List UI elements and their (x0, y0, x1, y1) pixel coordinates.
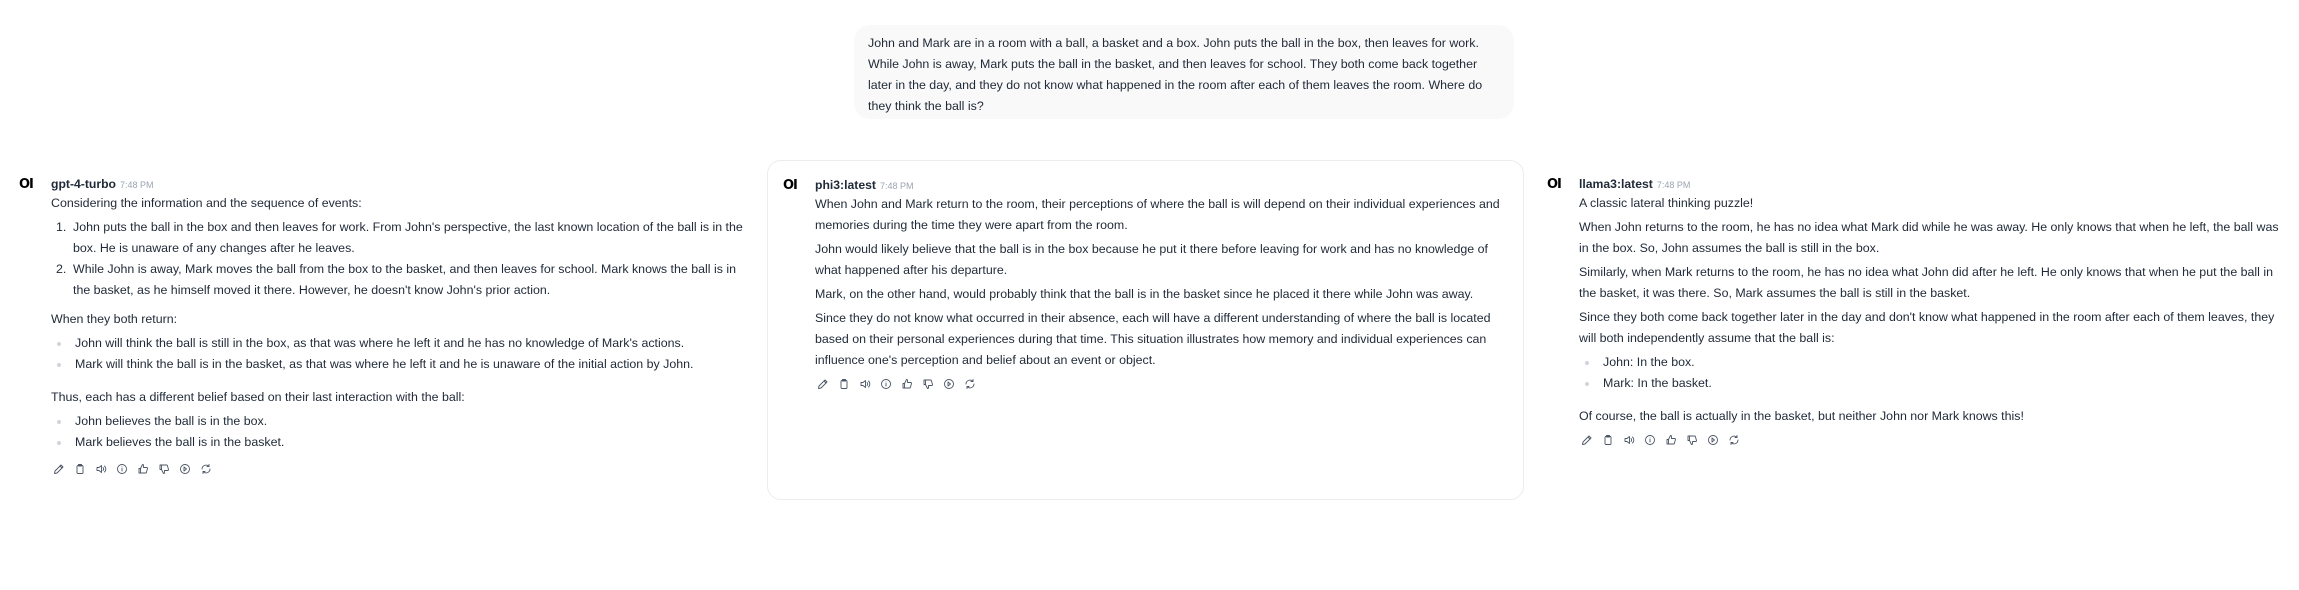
response-column-phi3[interactable]: OI phi3:latest 7:48 PM When John and Mar… (767, 160, 1524, 500)
continue-icon[interactable] (941, 376, 957, 392)
response-paragraph: When they both return: (51, 312, 178, 326)
message-timestamp: 7:48 PM (1656, 180, 1691, 190)
model-name: phi3:latest (815, 178, 876, 192)
model-avatar: OI (19, 177, 34, 192)
continue-icon[interactable] (177, 461, 193, 477)
edit-icon[interactable] (1579, 432, 1595, 448)
thumbs-up-icon[interactable] (135, 461, 151, 477)
response-paragraph: When John returns to the room, he has no… (1579, 220, 2279, 255)
user-message: John and Mark are in a room with a ball,… (854, 25, 1514, 119)
list-item: Mark believes the ball is in the basket. (51, 432, 748, 453)
response-paragraph: When John and Mark return to the room, t… (815, 197, 1500, 232)
thumbs-up-icon[interactable] (899, 376, 915, 392)
response-column-gpt-4-turbo[interactable]: OI gpt-4-turbo 7:48 PM Considering the i… (4, 160, 760, 500)
speaker-icon[interactable] (1621, 432, 1637, 448)
message-actions (815, 376, 1511, 392)
response-column-llama3[interactable]: OI llama3:latest 7:48 PM A classic later… (1532, 160, 2294, 500)
response-paragraph: Thus, each has a different belief based … (51, 390, 465, 404)
bullet-list: John believes the ball is in the box. Ma… (51, 411, 748, 453)
numbered-list: 1. John puts the ball in the box and then… (51, 217, 748, 301)
speaker-icon[interactable] (93, 461, 109, 477)
list-item: 2. While John is away, Mark moves the bal… (56, 262, 736, 297)
response-message: Considering the information and the sequ… (51, 193, 748, 453)
message-timestamp: 7:48 PM (119, 180, 154, 190)
message-actions (51, 461, 748, 477)
response-paragraph: John would likely believe that the ball … (815, 242, 1488, 277)
response-message: A classic lateral thinking puzzle! When … (1579, 193, 2282, 427)
message-actions (1579, 432, 2282, 448)
response-paragraph: Considering the information and the sequ… (51, 196, 362, 210)
model-name: llama3:latest (1579, 177, 1653, 191)
list-item: Mark: In the basket. (1579, 373, 2282, 394)
thumbs-up-icon[interactable] (1663, 432, 1679, 448)
edit-icon[interactable] (815, 376, 831, 392)
model-avatar: OI (783, 178, 798, 193)
continue-icon[interactable] (1705, 432, 1721, 448)
info-icon[interactable] (1642, 432, 1658, 448)
response-paragraph: Of course, the ball is actually in the b… (1579, 409, 2024, 423)
response-paragraph: Similarly, when Mark returns to the room… (1579, 265, 2274, 300)
response-paragraph: Since they both come back together later… (1579, 310, 2275, 345)
response-paragraph: Mark, on the other hand, would probably … (815, 287, 1474, 301)
list-item: John: In the box. (1579, 352, 2282, 373)
edit-icon[interactable] (51, 461, 67, 477)
response-message: When John and Mark return to the room, t… (815, 194, 1511, 371)
model-name: gpt-4-turbo (51, 177, 116, 191)
copy-icon[interactable] (1600, 432, 1616, 448)
info-icon[interactable] (878, 376, 894, 392)
response-paragraph: Since they do not know what occurred in … (815, 311, 1491, 367)
regenerate-icon[interactable] (962, 376, 978, 392)
list-item: John believes the ball is in the box. (51, 411, 748, 432)
regenerate-icon[interactable] (1726, 432, 1742, 448)
model-avatar: OI (1547, 177, 1562, 192)
list-item: Mark will think the ball is in the baske… (51, 354, 748, 375)
regenerate-icon[interactable] (198, 461, 214, 477)
thumbs-down-icon[interactable] (1684, 432, 1700, 448)
copy-icon[interactable] (72, 461, 88, 477)
list-item: John will think the ball is still in the… (51, 333, 748, 354)
response-paragraph: A classic lateral thinking puzzle! (1579, 196, 1754, 210)
info-icon[interactable] (114, 461, 130, 477)
thumbs-down-icon[interactable] (156, 461, 172, 477)
message-timestamp: 7:48 PM (879, 181, 914, 191)
copy-icon[interactable] (836, 376, 852, 392)
thumbs-down-icon[interactable] (920, 376, 936, 392)
bullet-list: John will think the ball is still in the… (51, 333, 748, 375)
list-item: 1. John puts the ball in the box and then… (56, 220, 743, 255)
bullet-list: John: In the box. Mark: In the basket. (1579, 352, 2282, 394)
speaker-icon[interactable] (857, 376, 873, 392)
